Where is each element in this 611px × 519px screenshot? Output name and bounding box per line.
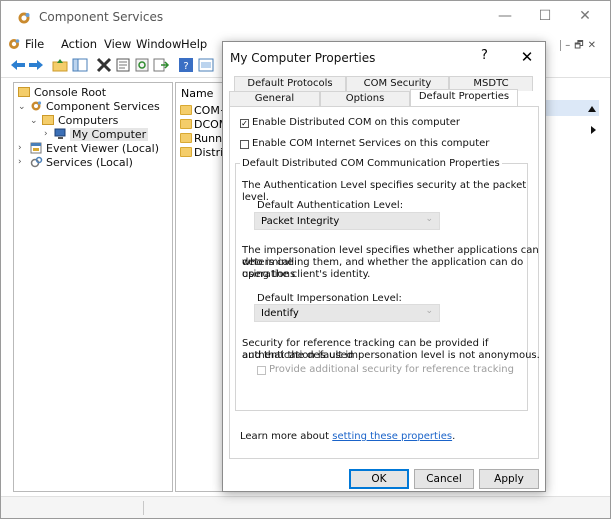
title-bar[interactable]: Component Services — ☐ ✕ (1, 1, 610, 33)
properties-icon[interactable] (114, 57, 132, 73)
enable-dcom-checkbox[interactable]: ✓ (240, 119, 249, 128)
folder-icon (180, 119, 192, 129)
expand-right-icon[interactable] (591, 126, 596, 134)
dialog-title: My Computer Properties (230, 51, 376, 65)
learn-more-link[interactable]: setting these properties (332, 431, 452, 442)
menu-window[interactable]: Window (136, 37, 181, 51)
folder-icon (42, 115, 54, 125)
menu-view[interactable]: View (104, 37, 131, 51)
ref-tracking-checkbox[interactable] (257, 366, 266, 375)
minimize-button[interactable]: — (485, 1, 525, 33)
menu-action[interactable]: Action (61, 37, 97, 51)
tree-label: Component Services (46, 100, 160, 113)
chevron-down-icon[interactable]: ⌄ (30, 117, 38, 126)
dialog-close-button[interactable]: ✕ (515, 46, 539, 68)
learn-more-prefix: Learn more about (240, 431, 333, 442)
ok-button[interactable]: OK (349, 469, 409, 489)
collapse-up-icon[interactable] (588, 106, 596, 112)
help-icon[interactable]: ? (177, 57, 195, 73)
imp-level-select[interactable]: Identify ⌄ (254, 304, 440, 322)
apply-button[interactable]: Apply (479, 469, 539, 489)
status-bar (1, 496, 610, 518)
maximize-button[interactable]: ☐ (525, 1, 565, 33)
learn-more-suffix: . (452, 431, 456, 442)
component-services-icon (31, 101, 42, 111)
console-icon[interactable] (7, 37, 21, 51)
tab-options[interactable]: Options (320, 91, 410, 106)
export-list-icon[interactable] (152, 57, 170, 73)
mdi-minimize-button[interactable]: – (565, 40, 574, 51)
chevron-down-icon[interactable]: ⌄ (18, 103, 26, 112)
auth-level-label: Default Authentication Level: (257, 200, 404, 211)
event-viewer-icon (30, 142, 42, 154)
window-title: Component Services (39, 10, 164, 24)
imp-level-value: Identify (261, 308, 299, 319)
ref-tracking-label: Provide additional security for referenc… (269, 364, 514, 375)
properties-dialog: My Computer Properties ? ✕ Default Proto… (222, 41, 546, 492)
svg-text:?: ? (183, 61, 188, 72)
actions-pane (541, 82, 599, 492)
delete-icon[interactable] (95, 57, 113, 73)
column-header-name[interactable]: Name (181, 87, 213, 100)
refresh-icon[interactable] (133, 57, 151, 73)
up-folder-icon[interactable] (51, 57, 69, 73)
tree-label: Console Root (34, 86, 107, 99)
tab-general[interactable]: General (229, 91, 320, 106)
tree-label: My Computer (70, 128, 149, 141)
chevron-right-icon[interactable]: › (18, 144, 26, 153)
folder-icon (180, 105, 192, 115)
enable-cis-checkbox[interactable] (240, 140, 249, 149)
component-services-window: Component Services — ☐ ✕ File Action Vie… (0, 0, 611, 519)
menu-file[interactable]: File (25, 37, 44, 51)
tab-default-properties[interactable]: Default Properties (410, 89, 518, 106)
computer-icon (54, 128, 66, 139)
learn-more-text: Learn more about setting these propertie… (240, 431, 455, 443)
close-button[interactable]: ✕ (565, 1, 605, 33)
chevron-right-icon[interactable]: › (44, 130, 52, 139)
folder-icon (180, 147, 192, 157)
actions-header (541, 82, 599, 100)
tree-label: Computers (58, 114, 119, 127)
back-arrow-icon[interactable] (9, 57, 27, 73)
component-services-icon (18, 12, 30, 24)
mdi-close-button[interactable]: ✕ (588, 40, 600, 51)
dialog-help-button[interactable]: ? (481, 48, 488, 63)
chevron-right-icon[interactable]: › (18, 158, 26, 167)
forward-arrow-icon[interactable] (27, 57, 45, 73)
enable-cis-label: Enable COM Internet Services on this com… (252, 138, 490, 149)
menu-help[interactable]: Help (181, 37, 207, 51)
chevron-down-icon: ⌄ (425, 214, 433, 224)
tree-label: Services (Local) (46, 156, 133, 169)
chevron-down-icon: ⌄ (425, 306, 433, 316)
auth-level-value: Packet Integrity (261, 216, 340, 227)
enable-dcom-label: Enable Distributed COM on this computer (252, 117, 460, 128)
cancel-button[interactable]: Cancel (414, 469, 474, 489)
view-icon[interactable] (197, 57, 215, 73)
show-hide-tree-icon[interactable] (71, 57, 89, 73)
folder-icon (18, 87, 30, 97)
services-icon (30, 156, 43, 168)
imp-description-3: using the client's identity. (242, 269, 371, 280)
tree-label: Event Viewer (Local) (46, 142, 159, 155)
folder-icon (180, 133, 192, 143)
tab-default-protocols[interactable]: Default Protocols (234, 76, 346, 91)
auth-level-select[interactable]: Packet Integrity ⌄ (254, 212, 440, 230)
console-tree: Console Root ⌄ Component Services ⌄ Comp… (13, 82, 173, 492)
mdi-restore-button[interactable]: 🗗 (574, 40, 587, 51)
ref-description-2: and that the default impersonation level… (242, 350, 540, 361)
group-title: Default Distributed COM Communication Pr… (240, 158, 502, 170)
status-divider (143, 501, 144, 515)
mdi-controls: –🗗✕ (556, 38, 600, 55)
